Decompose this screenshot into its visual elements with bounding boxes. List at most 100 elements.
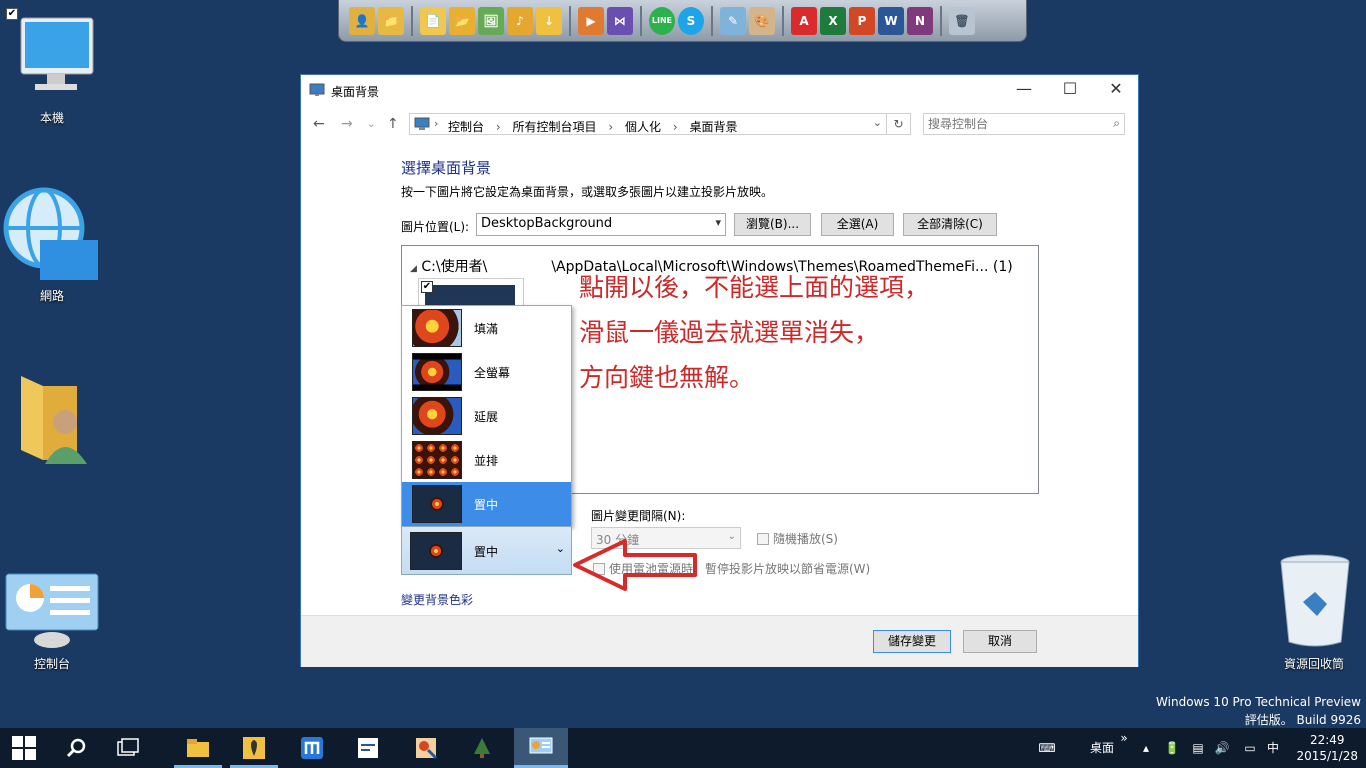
breadcrumb-item[interactable]: 控制台 xyxy=(448,120,484,134)
recent-chevron-icon[interactable]: ⌄ xyxy=(367,119,375,130)
excel-icon[interactable]: X xyxy=(820,6,846,35)
taskbar-clock[interactable]: 22:49 2015/1/28 xyxy=(1296,732,1358,764)
network-desktop-icon[interactable]: 網路 xyxy=(0,186,104,304)
annotation-line: 方向鍵也無解。 xyxy=(579,363,755,392)
user-folder-icon[interactable]: 👤 xyxy=(349,6,375,35)
close-button[interactable]: ✕ xyxy=(1093,75,1139,105)
start-button[interactable] xyxy=(0,728,48,768)
music-icon[interactable]: ♪ xyxy=(507,6,533,35)
file-explorer-taskbar-icon[interactable] xyxy=(174,728,222,768)
picture-location-select[interactable]: DesktopBackground ▾ xyxy=(476,213,726,236)
word-icon[interactable]: W xyxy=(878,6,904,35)
maximize-button[interactable]: ☐ xyxy=(1047,75,1093,105)
network-tray-icon[interactable]: ▤ xyxy=(1186,728,1210,768)
select-all-button[interactable]: 全選(A) xyxy=(821,213,894,236)
center-preview-image xyxy=(410,532,462,570)
maxthon-taskbar-icon[interactable] xyxy=(288,728,336,768)
thumbnail-checkbox[interactable]: ✔ xyxy=(421,281,433,293)
power-battery-icon[interactable]: 🔋 xyxy=(1160,728,1184,768)
position-option-tile[interactable]: 並排 xyxy=(402,438,571,482)
breadcrumb-item[interactable]: 個人化 xyxy=(625,120,661,134)
breadcrumb-item[interactable]: 桌面背景 xyxy=(689,120,737,134)
task-view-button[interactable] xyxy=(104,728,152,768)
shuffle-checkbox[interactable]: 隨機播放(S) xyxy=(757,530,838,547)
downloads-icon[interactable]: ↓ xyxy=(536,6,562,35)
search-taskbar-button[interactable] xyxy=(52,728,100,768)
dock-separator xyxy=(569,5,571,36)
notepad-icon[interactable]: ✎ xyxy=(720,6,746,35)
toolbar-chevron-icon[interactable]: » xyxy=(1116,728,1132,768)
address-box[interactable]: › 控制台 › 所有控制台項目 › 個人化 › 桌面背景 ⌄ xyxy=(409,113,887,135)
volume-icon[interactable]: 🔊 xyxy=(1210,728,1234,768)
search-box[interactable]: ⌕ xyxy=(923,113,1125,135)
user-folder-desktop-icon[interactable] xyxy=(0,368,104,473)
address-bar-row: ← → ⌄ ↑ › 控制台 › 所有控制台項目 › 個人化 › 桌面背景 ⌄ ↻… xyxy=(301,109,1138,139)
maps-taskbar-icon[interactable] xyxy=(230,728,278,768)
picture-position-combo[interactable]: 置中 ⌄ xyxy=(401,526,572,575)
wallpaper-thumbnail[interactable]: ✔ xyxy=(418,278,524,309)
snipping-taskbar-icon[interactable] xyxy=(402,728,450,768)
control-panel-taskbar-icon[interactable] xyxy=(514,728,568,768)
action-center-icon[interactable]: ▭ xyxy=(1238,728,1262,768)
dock-separator xyxy=(711,5,713,36)
app-taskbar-icon[interactable] xyxy=(458,728,506,768)
desktop-icon-label: 控制台 xyxy=(33,657,70,671)
show-hidden-icons-icon[interactable]: ▴ xyxy=(1138,728,1154,768)
position-option-center[interactable]: 置中 xyxy=(402,482,571,526)
refresh-icon[interactable]: ↻ xyxy=(887,113,911,135)
folder-pin-icon[interactable]: 📁 xyxy=(378,6,404,35)
stretch-preview-image xyxy=(412,397,462,435)
cancel-button[interactable]: 取消 xyxy=(963,630,1037,653)
title-bar[interactable]: 桌面背景 — ☐ ✕ xyxy=(301,75,1138,105)
collapse-triangle-icon[interactable]: ◢ xyxy=(410,264,417,274)
pictures-icon[interactable]: 🖼 xyxy=(478,6,504,35)
folder-path-user: C:\使用者\ xyxy=(421,259,488,275)
position-option-stretch[interactable]: 延展 xyxy=(402,394,571,438)
video-icon[interactable]: ▶ xyxy=(578,6,604,35)
line-icon[interactable]: LINE xyxy=(649,6,675,35)
chevron-down-icon: ⌄ xyxy=(555,542,565,555)
minimize-button[interactable]: — xyxy=(1001,75,1047,105)
position-option-fill[interactable]: 填滿 xyxy=(402,306,571,350)
onenote-icon[interactable]: N xyxy=(907,6,933,35)
documents-icon[interactable]: 📄 xyxy=(420,6,446,35)
powerpoint-icon[interactable]: P xyxy=(849,6,875,35)
clear-all-button[interactable]: 全部清除(C) xyxy=(903,213,997,236)
search-icon[interactable]: ⌕ xyxy=(1113,116,1120,131)
map-pin-icon xyxy=(243,737,265,759)
skype-icon[interactable]: S xyxy=(678,6,704,35)
paint-icon[interactable]: 🎨 xyxy=(749,6,775,35)
change-background-color-link[interactable]: 變更背景色彩 xyxy=(401,591,473,608)
picture-position-dropdown-list: 填滿 全螢幕 延展 並排 置中 xyxy=(401,305,572,527)
save-changes-button[interactable]: 儲存變更 xyxy=(873,630,951,653)
desktop-icon-label: 資源回收筒 xyxy=(1283,657,1344,671)
ime-indicator[interactable]: 中 xyxy=(1262,728,1284,768)
user-folder-icon xyxy=(21,376,87,464)
touch-keyboard-icon[interactable]: ⌨ xyxy=(1030,728,1064,768)
red-arrow-annotation-icon xyxy=(573,539,697,591)
visual-studio-icon[interactable]: ⋈ xyxy=(607,6,633,35)
dock-separator xyxy=(940,5,942,36)
monitor-icon xyxy=(20,17,94,90)
page-heading: 選擇桌面背景 xyxy=(401,159,492,177)
recycle-icon[interactable]: 🗑 xyxy=(949,6,975,35)
desktop-toolbar-label[interactable]: 桌面 xyxy=(1086,728,1118,768)
folder-icon[interactable]: 📂 xyxy=(449,6,475,35)
picture-location-value: DesktopBackground xyxy=(481,216,613,231)
browse-button[interactable]: 瀏覽(B)... xyxy=(734,213,811,236)
back-arrow-icon[interactable]: ← xyxy=(313,116,325,132)
up-arrow-icon[interactable]: ↑ xyxy=(387,116,399,132)
recycle-bin-desktop-icon[interactable]: 資源回收筒 xyxy=(1262,552,1366,672)
control-panel-desktop-icon[interactable]: 控制台 xyxy=(0,570,104,672)
tree-icon xyxy=(474,738,490,758)
search-input[interactable] xyxy=(928,116,1098,132)
forward-arrow-icon[interactable]: → xyxy=(341,116,353,132)
position-option-fit[interactable]: 全螢幕 xyxy=(402,350,571,394)
notepad-taskbar-icon[interactable] xyxy=(344,728,392,768)
this-pc-desktop-icon[interactable]: 本機 xyxy=(0,8,104,126)
address-dropdown-icon[interactable]: ⌄ xyxy=(873,116,882,129)
breadcrumb-item[interactable]: 所有控制台項目 xyxy=(512,120,596,134)
pdf-icon[interactable]: A xyxy=(791,6,817,35)
recycle-bin-icon xyxy=(1280,554,1350,647)
control-panel-small-icon xyxy=(414,117,430,130)
